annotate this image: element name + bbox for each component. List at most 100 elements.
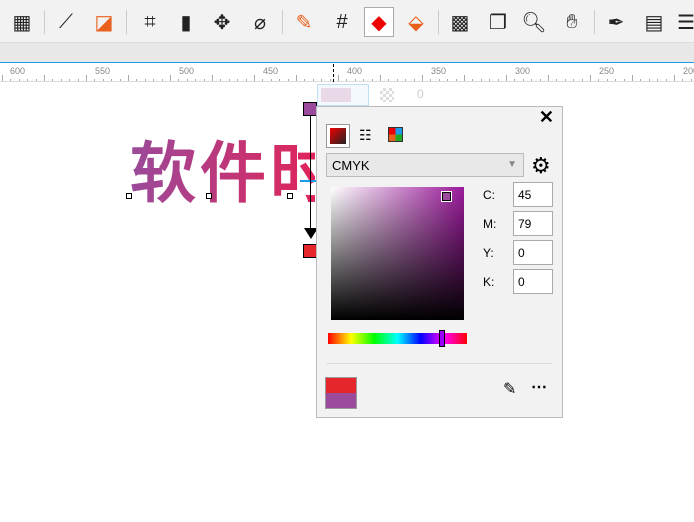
color-field[interactable]	[331, 187, 464, 320]
hue-slider-handle[interactable]	[439, 330, 445, 347]
color-picker-popup: ✕ ☷ CMYK ▼ ⚙ C: M: Y: K: 45 79 0 0 ✎ ⋯	[316, 106, 563, 418]
selection-handle[interactable]	[126, 193, 132, 199]
fill-start-node[interactable]	[303, 102, 317, 116]
pan-icon[interactable]: ✋︎	[558, 8, 586, 36]
crop-icon[interactable]: ⌗	[136, 8, 164, 36]
ruler-tick	[94, 79, 96, 81]
ruler-tick	[648, 79, 650, 81]
cyan-input[interactable]: 45	[513, 182, 553, 207]
ruler-tick	[338, 75, 339, 81]
color-model-value: CMYK	[332, 158, 370, 173]
ruler-tick	[514, 79, 516, 81]
connector-icon[interactable]: ◪	[90, 8, 118, 36]
yellow-input[interactable]: 0	[513, 240, 553, 265]
color-model-select[interactable]: CMYK ▼	[326, 153, 524, 177]
ruler-tick	[10, 79, 12, 81]
divider	[44, 10, 45, 34]
eyedropper-icon[interactable]: ✎	[290, 8, 318, 36]
eraser-icon[interactable]: ▮	[172, 8, 200, 36]
ruler-tick	[430, 79, 432, 81]
ruler-tick	[615, 79, 617, 81]
divider	[326, 363, 552, 364]
transparency-value[interactable]: 0	[417, 87, 424, 101]
fill-end-node[interactable]	[303, 244, 317, 258]
ruler-tick	[212, 75, 213, 81]
table-icon[interactable]: ▦	[8, 8, 36, 36]
horizontal-ruler[interactable]: 600 550 500 450 400 350 300 250 200	[0, 64, 694, 82]
ruler-tick	[480, 79, 482, 81]
fill-color-dropdown[interactable]	[317, 84, 369, 106]
more-options-icon[interactable]: ⋯	[531, 377, 547, 397]
hue-slider[interactable]	[328, 333, 467, 344]
ruler-tick	[161, 79, 163, 81]
ruler-tick	[254, 75, 255, 81]
fill-properties-icon[interactable]: ▤	[640, 8, 668, 36]
divider	[594, 10, 595, 34]
ruler-tick	[464, 75, 465, 81]
color-preview	[325, 377, 357, 409]
ruler-tick	[228, 79, 230, 81]
ruler-tick	[195, 79, 197, 81]
selection-handle[interactable]	[206, 193, 212, 199]
artistic-text[interactable]: 软件时	[130, 120, 315, 216]
interactive-fill-icon[interactable]: ◆	[364, 7, 394, 37]
sliders-tab-icon[interactable]: ☷	[359, 127, 372, 144]
selection-handle[interactable]	[287, 193, 293, 199]
ruler-tick	[346, 79, 348, 81]
ruler-tick	[153, 79, 155, 81]
ruler-tick	[35, 79, 37, 81]
blend-icon[interactable]: ⌀	[246, 8, 274, 36]
ruler-tick	[632, 75, 633, 81]
eyedropper-icon[interactable]: ✎	[503, 379, 516, 399]
transform-icon[interactable]: ✥	[208, 8, 236, 36]
ruler-tick	[170, 75, 171, 81]
ruler-tick	[657, 79, 659, 81]
ruler-tick	[438, 79, 440, 81]
color-field-handle[interactable]	[441, 191, 452, 202]
old-color-swatch	[326, 393, 356, 408]
ruler-tick	[413, 79, 415, 81]
transparency-icon[interactable]: ▩	[446, 8, 474, 36]
ruler-tick	[489, 79, 491, 81]
ruler-tick	[304, 79, 306, 81]
ruler-tick	[262, 79, 264, 81]
ruler-tick	[27, 79, 29, 81]
black-input[interactable]: 0	[513, 269, 553, 294]
zoom-icon[interactable]: 🔍︎	[520, 8, 548, 36]
ruler-tick	[203, 79, 205, 81]
palettes-tab-icon[interactable]	[388, 127, 403, 142]
ruler-tick	[321, 79, 323, 81]
grid-snap-icon[interactable]: #	[328, 8, 356, 36]
smart-fill-icon[interactable]: ⬙	[402, 8, 430, 36]
ruler-tick	[539, 79, 541, 81]
ruler-tick	[522, 79, 524, 81]
ruler-tick	[60, 79, 62, 81]
ruler-tick	[237, 79, 239, 81]
ruler-tick	[220, 79, 222, 81]
magenta-input[interactable]: 79	[513, 211, 553, 236]
align-icon[interactable]: ☰	[672, 8, 694, 36]
ruler-tick	[279, 79, 281, 81]
ruler-tick	[396, 79, 398, 81]
color-viewer-tab[interactable]	[326, 124, 350, 148]
ruler-tick	[52, 79, 54, 81]
ruler-tick	[270, 79, 272, 81]
ruler-tick	[388, 79, 390, 81]
cursor-marker	[333, 64, 334, 82]
ruler-tick	[548, 75, 549, 81]
close-icon[interactable]: ✕	[539, 107, 554, 128]
ruler-tick	[682, 79, 684, 81]
new-color-swatch	[326, 378, 356, 393]
drop-shadow-icon[interactable]: ❐	[484, 8, 512, 36]
ruler-label: 350	[431, 66, 447, 76]
ruler-tick	[44, 75, 45, 81]
y-label: Y:	[483, 246, 494, 260]
ruler-tick	[178, 79, 180, 81]
pen-icon[interactable]: ✒	[602, 8, 630, 36]
fill-vector-line	[310, 116, 311, 236]
ruler-tick	[447, 79, 449, 81]
ruler-tick	[287, 79, 289, 81]
dimension-icon[interactable]: ⟋	[52, 8, 80, 36]
gear-icon[interactable]: ⚙	[531, 153, 551, 179]
ruler-tick	[497, 79, 499, 81]
